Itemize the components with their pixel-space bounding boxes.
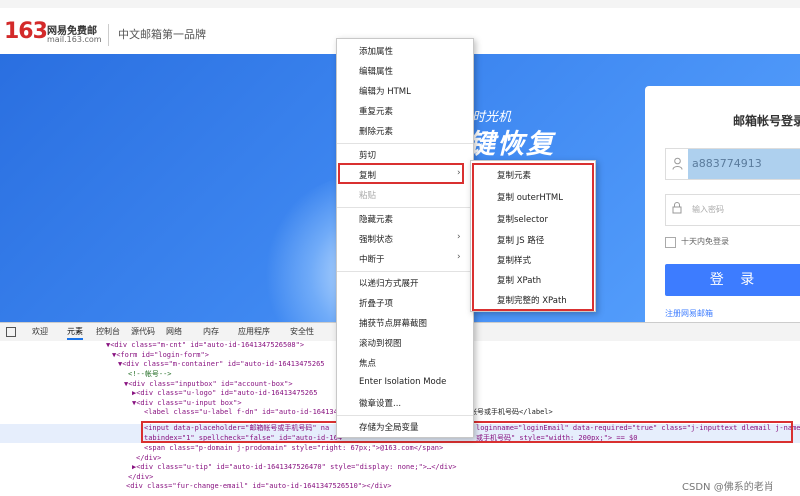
menu-separator bbox=[337, 143, 473, 144]
menu-item-capture-screenshot[interactable]: 捕获节点屏幕截图 bbox=[359, 317, 427, 329]
tab-sources[interactable]: 源代码 bbox=[131, 326, 155, 337]
register-link[interactable]: 注册网易邮箱 bbox=[665, 308, 713, 319]
menu-item-break-on[interactable]: 中断于 bbox=[359, 253, 385, 265]
menu-item-hide[interactable]: 隐藏元素 bbox=[359, 213, 393, 225]
dom-tree-lower: <span class="p-domain j-prodomain" style… bbox=[0, 444, 800, 496]
logo-number[interactable]: 163 bbox=[4, 19, 48, 44]
menu-separator bbox=[337, 207, 473, 208]
menu-item-focus[interactable]: 焦点 bbox=[359, 357, 376, 369]
menu-item-collapse-children[interactable]: 折叠子项 bbox=[359, 297, 393, 309]
tab-console[interactable]: 控制台 bbox=[96, 326, 120, 337]
login-button[interactable]: 登 录 bbox=[665, 264, 800, 296]
menu-item-add-attribute[interactable]: 添加属性 bbox=[359, 45, 393, 57]
header-divider bbox=[108, 24, 109, 46]
password-placeholder: 输入密码 bbox=[692, 205, 724, 214]
account-field[interactable]: a883774913 bbox=[665, 148, 800, 180]
dom-line[interactable]: <div class="fur-change-email" id="auto-i… bbox=[126, 482, 392, 492]
tab-welcome[interactable]: 欢迎 bbox=[32, 326, 48, 337]
menu-item-badge-settings[interactable]: 徽章设置... bbox=[359, 397, 401, 409]
menu-separator bbox=[337, 415, 473, 416]
menu-item-edit-attribute[interactable]: 编辑属性 bbox=[359, 65, 393, 77]
menu-item-duplicate[interactable]: 重复元素 bbox=[359, 105, 393, 117]
menu-item-store-global[interactable]: 存储为全局变量 bbox=[359, 421, 419, 433]
dom-line[interactable]: ▼<div class="m-cnt" id="auto-id-16413475… bbox=[106, 341, 304, 351]
dom-line[interactable]: ▼<div class="m-container" id="auto-id-16… bbox=[118, 360, 325, 370]
menu-item-scroll-into-view[interactable]: 滚动到视图 bbox=[359, 337, 402, 349]
account-value[interactable]: a883774913 bbox=[692, 157, 762, 170]
tab-network[interactable]: 网络 bbox=[166, 326, 182, 337]
user-icon bbox=[672, 157, 683, 170]
remember-label[interactable]: 十天内免登录 bbox=[681, 236, 729, 247]
dom-comment[interactable]: <!--帐号--> bbox=[128, 370, 172, 380]
chevron-right-icon: › bbox=[457, 252, 461, 262]
slogan: 中文邮箱第一品牌 bbox=[118, 28, 206, 41]
hero-title: 键恢复 bbox=[468, 129, 555, 160]
context-menu: 添加属性 编辑属性 编辑为 HTML 重复元素 删除元素 剪切 复制 › 粘贴 … bbox=[336, 38, 474, 438]
tab-application[interactable]: 应用程序 bbox=[238, 326, 270, 337]
dom-line[interactable]: <span class="p-domain j-prodomain" style… bbox=[144, 444, 443, 454]
menu-item-delete[interactable]: 删除元素 bbox=[359, 125, 393, 137]
watermark: CSDN @佛系的老肖 bbox=[682, 482, 774, 493]
logo-url[interactable]: mail.163.com bbox=[47, 35, 102, 44]
dom-line[interactable]: ▶<div class="u-tip" id="auto-id-16413475… bbox=[132, 463, 457, 473]
password-field[interactable]: 输入密码 bbox=[665, 194, 800, 226]
tab-elements[interactable]: 元素 bbox=[67, 326, 83, 340]
login-card: 邮箱帐号登录 a883774913 输入密码 十天内免登录 登 录 注册网易邮箱 bbox=[645, 86, 800, 326]
menu-item-edit-html[interactable]: 编辑为 HTML bbox=[359, 85, 411, 97]
tab-memory[interactable]: 内存 bbox=[203, 326, 219, 337]
dom-line[interactable]: ▶<div class="u-logo" id="auto-id-1641347… bbox=[132, 389, 317, 399]
remember-checkbox[interactable] bbox=[665, 237, 676, 248]
inspect-element-icon[interactable] bbox=[6, 327, 16, 337]
highlight-box-submenu bbox=[472, 163, 594, 311]
highlight-box-copy bbox=[338, 163, 464, 184]
menu-item-expand-recursively[interactable]: 以递归方式展开 bbox=[359, 277, 419, 289]
tab-security[interactable]: 安全性 bbox=[290, 326, 314, 337]
menu-separator bbox=[337, 271, 473, 272]
login-title: 邮箱帐号登录 bbox=[733, 114, 800, 128]
menu-item-cut[interactable]: 剪切 bbox=[359, 149, 376, 161]
chevron-right-icon: › bbox=[457, 232, 461, 242]
lock-icon bbox=[672, 202, 682, 217]
menu-item-force-state[interactable]: 强制状态 bbox=[359, 233, 393, 245]
dom-line[interactable]: <label class="u-label f-dn" id="auto-id-… bbox=[144, 408, 338, 418]
menu-item-isolation-mode[interactable]: Enter Isolation Mode bbox=[359, 377, 446, 387]
menu-item-paste[interactable]: 粘贴 bbox=[359, 189, 376, 201]
